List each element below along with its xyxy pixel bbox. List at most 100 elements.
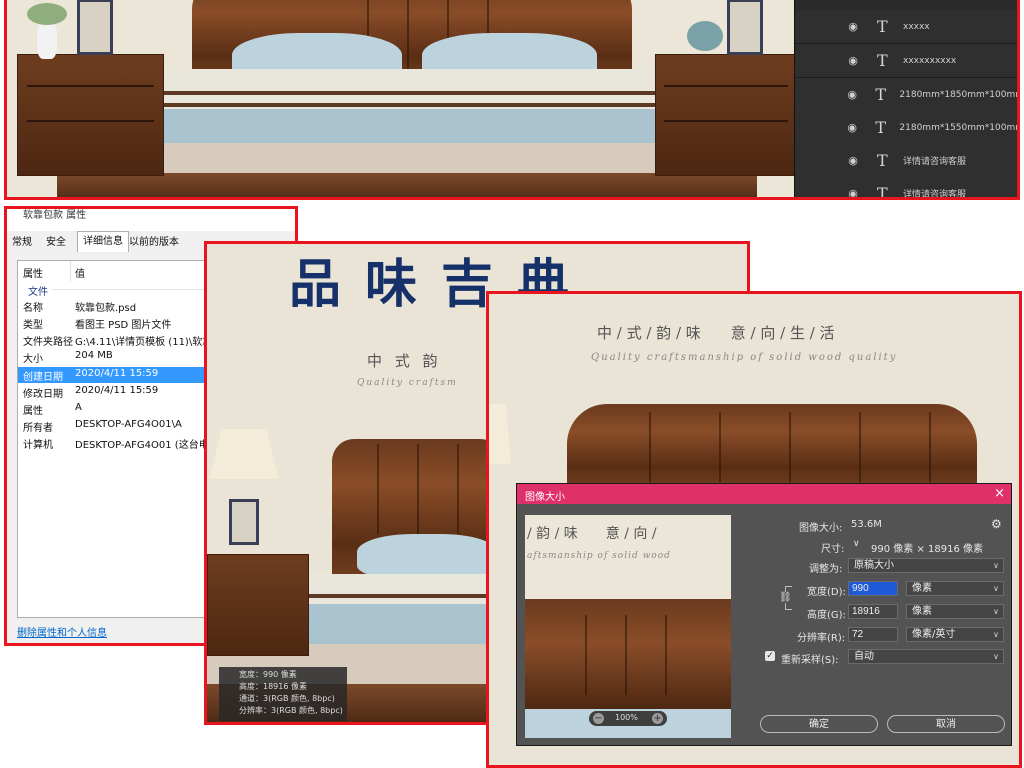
ps-layer-row[interactable]: ◉ T 2180mm*1850mm*100mm (795, 78, 1020, 112)
column-header-value[interactable]: 值 (75, 265, 85, 280)
height-input[interactable] (848, 604, 898, 619)
poster-right-subtitle: 中 / 式 / 韵 / 味 意 / 向 / 生 / 活 (597, 324, 835, 342)
top-bedroom-photo (7, 0, 797, 197)
tab-previous-versions[interactable]: 以前的版本 (124, 233, 184, 253)
property-name: 类型 (23, 320, 43, 331)
property-value: 2020/4/11 15:59 (75, 368, 159, 379)
text-layer-icon: T (877, 51, 888, 70)
ps-layer-row[interactable]: ◉ T 详情请咨询客服 (795, 144, 1017, 178)
gear-icon[interactable]: ⚙ (991, 517, 1002, 531)
resample-label: 重新采样(S): (781, 655, 839, 666)
text-layer-icon: T (877, 184, 888, 200)
dimensions-label: 尺寸: (821, 544, 845, 555)
ps-layer-row[interactable]: ◉ T 详情请咨询客服 (795, 177, 1017, 200)
list-item-selected[interactable]: 创建日期 2020/4/11 15:59 (18, 367, 208, 383)
ok-button[interactable]: 确定 (760, 715, 878, 733)
link-constrain-icon[interactable]: ⛓ (779, 592, 792, 603)
property-name: 修改日期 (23, 389, 63, 400)
column-header-property[interactable]: 属性 (23, 265, 43, 280)
chevron-down-icon: ∨ (993, 652, 999, 661)
width-input[interactable] (848, 581, 898, 596)
eye-icon[interactable]: ◉ (845, 88, 859, 101)
property-name: 名称 (23, 303, 43, 314)
fit-to-select[interactable]: 原稿大小 ∨ (848, 558, 1004, 573)
eye-icon[interactable]: ◉ (845, 54, 861, 67)
property-name: 属性 (23, 406, 43, 417)
eye-icon[interactable]: ◉ (845, 187, 861, 197)
dialog-title-bar: 图像大小 × (517, 484, 1011, 504)
poster-right-tagline: Quality craftsmanship of solid wood qual… (591, 352, 898, 363)
property-name: 文件夹路径 (23, 337, 73, 348)
zoom-in-icon[interactable]: + (652, 713, 663, 724)
zoom-out-icon[interactable]: − (593, 713, 604, 724)
height-unit-select[interactable]: 像素 ∨ (906, 604, 1004, 619)
cancel-button[interactable]: 取消 (887, 715, 1005, 733)
image-info-overlay: 宽度：990 像素 高度：18916 像素 通道：3(RGB 颜色, 8bpc)… (219, 667, 347, 721)
property-value: A (75, 402, 82, 413)
height-label: 高度(G): (807, 610, 846, 621)
property-value: 看图王 PSD 图片文件 (75, 320, 172, 331)
tab-details[interactable]: 详细信息 (77, 231, 129, 252)
dimensions-value: 990 像素 × 18916 像素 (871, 544, 983, 555)
chevron-down-icon: ∨ (993, 607, 999, 616)
info-channels: 通道：3(RGB 颜色, 8bpc) (239, 694, 335, 703)
width-label: 宽度(D): (807, 587, 846, 598)
image-size-dialog: 图像大小 × / 韵 / 味 意 / 向 / aftsmanship of so… (516, 483, 1012, 746)
chevron-down-icon: ∨ (993, 561, 999, 570)
layer-name: 2180mm*1850mm*100mm (899, 89, 1020, 100)
bed-blanket (107, 109, 707, 143)
resolution-unit-select[interactable]: 像素/英寸 ∨ (906, 627, 1004, 642)
preview-subtitle: / 韵 / 味 意 / 向 / (527, 526, 657, 542)
info-width: 宽度：990 像素 (239, 670, 297, 679)
height-unit-value: 像素 (912, 606, 932, 617)
property-value: DESKTOP-AFG4O01 (这台电脑) (75, 440, 223, 451)
nightstand-left (17, 54, 164, 176)
fit-to-value: 原稿大小 (854, 560, 894, 571)
property-value: 204 MB (75, 350, 113, 361)
top-screenshot-panel: ◉ T xxxxx ◉ T xxxxxxxxxx ◉ T 2180mm*1850… (4, 0, 1020, 200)
info-resolution: 分辨率：3(RGB 颜色, 8bpc) (239, 706, 343, 715)
property-value: 软靠包款.psd (75, 303, 137, 314)
ps-layers-panel: ◉ T xxxxx ◉ T xxxxxxxxxx ◉ T 2180mm*1850… (794, 0, 1020, 200)
preview-tagline: aftsmanship of solid wood (527, 551, 671, 561)
dimensions-toggle-icon[interactable]: ∨ (853, 539, 860, 549)
resample-select[interactable]: 自动 ∨ (848, 649, 1004, 664)
section-label: 文件 (28, 287, 48, 298)
resolution-label: 分辨率(R): (797, 633, 846, 644)
image-size-value: 53.6M (851, 519, 882, 530)
resample-value: 自动 (854, 651, 874, 662)
resolution-input[interactable] (848, 627, 898, 642)
layer-name: 详情请咨询客服 (903, 190, 967, 200)
eye-icon[interactable]: ◉ (845, 154, 861, 167)
chevron-down-icon: ∨ (993, 584, 999, 593)
poster-right-panel: 中 / 式 / 韵 / 味 意 / 向 / 生 / 活 Quality craf… (486, 291, 1022, 768)
property-value: DESKTOP-AFG4O01\A (75, 419, 182, 430)
preview-pane: / 韵 / 味 意 / 向 / aftsmanship of solid woo… (525, 515, 731, 738)
eye-icon[interactable]: ◉ (845, 121, 859, 134)
zoom-level: 100% (615, 713, 638, 722)
properties-title-bar: 软靠包款 属性 (7, 209, 295, 221)
eye-icon[interactable]: ◉ (845, 20, 861, 33)
resolution-unit-value: 像素/英寸 (912, 629, 956, 640)
poster-subtitle: 中 式 韵 (367, 352, 442, 370)
width-unit-select[interactable]: 像素 ∨ (906, 581, 1004, 596)
tab-general[interactable]: 常规 (7, 233, 37, 253)
close-icon[interactable]: × (994, 486, 1005, 501)
ps-layer-row[interactable]: ◉ T xxxxxxxxxx (795, 44, 1017, 78)
layer-name: xxxxxxxxxx (903, 55, 957, 66)
resample-checkbox[interactable]: ✓ (765, 651, 775, 661)
ps-layer-row[interactable]: ◉ T 2180mm*1550mm*100mm (795, 111, 1017, 145)
remove-properties-link[interactable]: 删除属性和个人信息 (17, 624, 107, 639)
property-name: 大小 (23, 354, 43, 365)
tab-security[interactable]: 安全 (41, 233, 71, 253)
width-unit-value: 像素 (912, 583, 932, 594)
info-height: 高度：18916 像素 (239, 682, 307, 691)
property-value: 2020/4/11 15:59 (75, 385, 159, 396)
image-size-label: 图像大小: (799, 523, 843, 534)
text-layer-icon: T (877, 151, 888, 170)
ps-layer-row[interactable]: ◉ T xxxxx (795, 10, 1017, 44)
property-name: 所有者 (23, 423, 53, 434)
text-layer-icon: T (877, 17, 888, 36)
nightstand-right (655, 54, 797, 176)
layer-name: xxxxx (903, 21, 930, 32)
